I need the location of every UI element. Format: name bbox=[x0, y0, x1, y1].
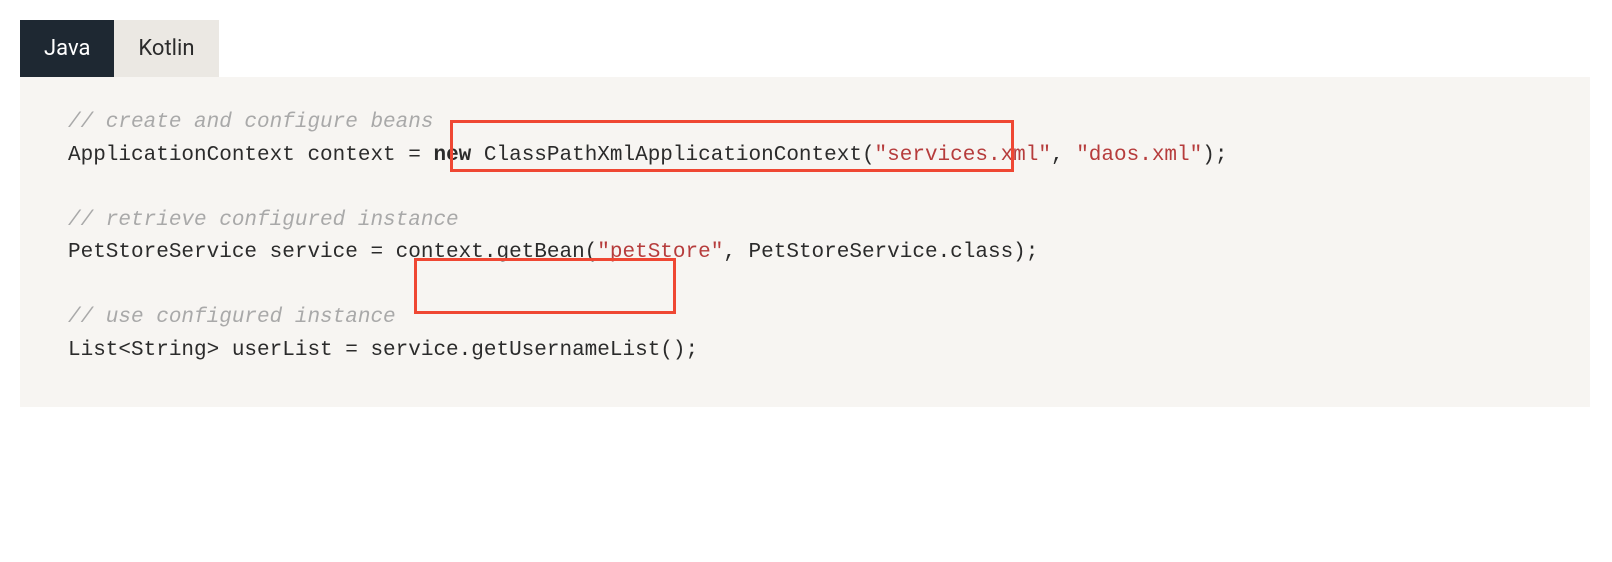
comment-text: // create and configure beans bbox=[68, 111, 433, 134]
tab-kotlin[interactable]: Kotlin bbox=[114, 20, 218, 77]
code-text: ); bbox=[1202, 144, 1227, 167]
code-text: , bbox=[1051, 144, 1076, 167]
blank-line bbox=[68, 270, 1542, 303]
language-tabs: Java Kotlin bbox=[20, 20, 1590, 77]
keyword-new: new bbox=[433, 144, 471, 167]
code-example-container: Java Kotlin // create and configure bean… bbox=[20, 20, 1590, 407]
comment-text: // retrieve configured instance bbox=[68, 209, 459, 232]
string-literal: "petStore" bbox=[597, 241, 723, 264]
code-comment-1: // create and configure beans bbox=[68, 107, 1542, 140]
code-text: List<String> userList = service.getUsern… bbox=[68, 339, 698, 362]
code-block: // create and configure beans Applicatio… bbox=[20, 77, 1590, 407]
code-line-4: PetStoreService service = context.getBea… bbox=[68, 237, 1542, 270]
code-comment-2: // retrieve configured instance bbox=[68, 205, 1542, 238]
code-text: PetStoreService service = context.getBea… bbox=[68, 241, 597, 264]
tab-java[interactable]: Java bbox=[20, 20, 114, 77]
code-text: ApplicationContext context = bbox=[68, 144, 433, 167]
code-line-6: List<String> userList = service.getUsern… bbox=[68, 335, 1542, 368]
blank-line bbox=[68, 172, 1542, 205]
comment-text: // use configured instance bbox=[68, 306, 396, 329]
code-text: , PetStoreService.class); bbox=[723, 241, 1038, 264]
code-line-2: ApplicationContext context = new ClassPa… bbox=[68, 140, 1542, 173]
string-literal: "daos.xml" bbox=[1076, 144, 1202, 167]
code-comment-3: // use configured instance bbox=[68, 302, 1542, 335]
string-literal: "services.xml" bbox=[875, 144, 1051, 167]
code-text: ClassPathXmlApplicationContext( bbox=[471, 144, 874, 167]
